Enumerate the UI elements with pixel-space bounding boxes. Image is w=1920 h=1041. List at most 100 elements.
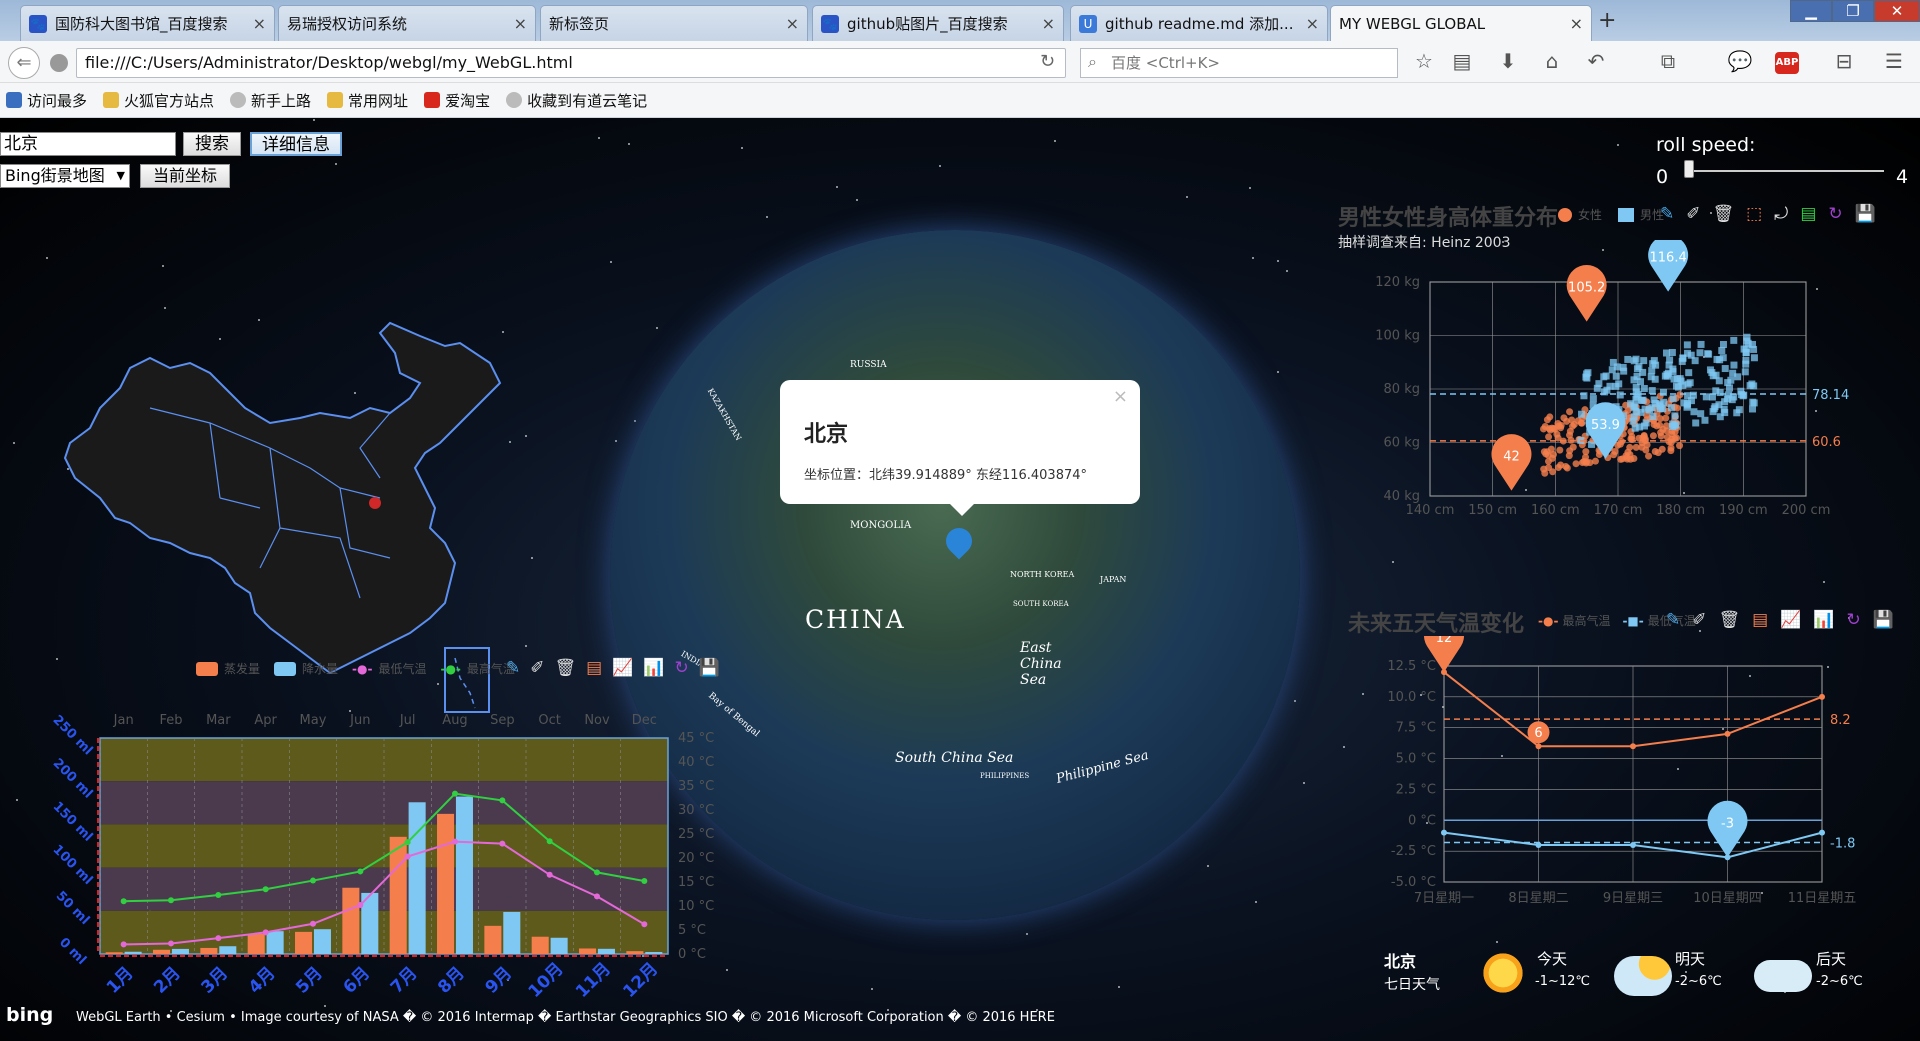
detail-button[interactable]: 详细信息	[250, 132, 342, 156]
coord-button[interactable]: 当前坐标	[140, 164, 230, 188]
url-bar[interactable]: file:///C:/Users/Administrator/Desktop/w…	[76, 48, 1066, 78]
close-icon[interactable]: ×	[786, 14, 799, 33]
star	[633, 420, 636, 423]
mark-clear-icon[interactable]: 🗑	[1713, 204, 1735, 224]
temperature-point	[310, 877, 316, 884]
new-tab-button[interactable]: +	[1598, 8, 1616, 33]
save-image-icon[interactable]: 💾	[1873, 610, 1894, 630]
female-point	[1630, 454, 1638, 462]
bookmarks-icon[interactable]: ▤	[1448, 49, 1476, 73]
mark-clear-icon[interactable]: 🗑	[555, 658, 577, 678]
mark-undo-icon[interactable]: ✐	[530, 658, 544, 678]
temperature-plot[interactable]: -5.0 °C -2.5 °C 0 °C 2.5 °C 5.0 °C 7.5 °C 10.0…	[1348, 636, 1908, 921]
chat-icon[interactable]: 💬	[1726, 49, 1754, 73]
save-image-icon[interactable]: 💾	[699, 658, 720, 678]
mark-icon[interactable]: ✎	[1660, 204, 1674, 224]
close-icon[interactable]: ×	[1570, 14, 1583, 33]
credits-text: WebGL Earth • Cesium • Image courtesy of…	[76, 1010, 1055, 1025]
globe-label: NORTH KOREA	[1010, 570, 1075, 579]
scatter-legend[interactable]: 女性 男性	[1558, 206, 1664, 223]
undo-icon[interactable]: ↶	[1582, 49, 1610, 73]
scatter-plot[interactable]: 140 cm 150 cm 160 cm 170 cm 180 cm 190 cm 200 …	[1338, 240, 1898, 530]
roll-slider-track[interactable]	[1684, 170, 1884, 172]
popup-close-button[interactable]: ×	[1113, 386, 1128, 407]
data-view-icon[interactable]: ▤	[586, 658, 602, 678]
data-view-icon[interactable]: ▤	[1752, 610, 1768, 630]
restore-icon[interactable]: ↻	[1847, 610, 1861, 630]
star	[1685, 971, 1688, 974]
mark-icon[interactable]: ✎	[506, 658, 520, 678]
tab-5[interactable]: MY WEBGL GLOBAL ×	[1330, 5, 1592, 41]
close-icon[interactable]: ×	[1042, 14, 1055, 33]
top-category-label: May	[300, 713, 327, 728]
data-view-icon[interactable]: ▤	[1800, 204, 1816, 224]
star	[1053, 139, 1056, 142]
map-select[interactable]: Bing街景地图 ▼	[0, 164, 130, 188]
restore-icon[interactable]: ↻	[675, 658, 689, 678]
mark-clear-icon[interactable]: 🗑	[1719, 610, 1741, 630]
close-window-button[interactable]: ✕	[1874, 0, 1920, 22]
close-icon[interactable]: ×	[514, 14, 527, 33]
tab-label: 国防科大图书馆_百度搜索	[55, 15, 228, 33]
star	[1254, 900, 1257, 903]
right-tick-label: 10 °C	[678, 899, 714, 914]
minimize-button[interactable]: ▁	[1790, 0, 1832, 22]
temperature-point	[452, 838, 458, 845]
mark-point-label: 105.2	[1568, 281, 1605, 296]
rainfall-legend[interactable]: 蒸发量 降水量 -●- 最低气温 -●- 最高气温	[196, 660, 515, 677]
save-image-icon[interactable]: 💾	[1855, 204, 1876, 224]
mark-icon[interactable]: ✎	[1666, 610, 1680, 630]
close-icon[interactable]: ×	[1306, 14, 1319, 33]
restore-icon[interactable]: ↻	[1828, 204, 1842, 224]
tab-2[interactable]: 新标签页 ×	[540, 5, 808, 41]
line-chart-icon[interactable]: 📈	[612, 658, 633, 678]
star	[1117, 986, 1120, 989]
back-button[interactable]: ⇐	[8, 47, 40, 79]
reload-icon[interactable]: ↻	[1040, 51, 1055, 72]
bookmark-item[interactable]: 收藏到有道云笔记	[506, 90, 647, 111]
star	[766, 216, 769, 219]
download-icon[interactable]: ⬇	[1494, 49, 1522, 73]
adblock-icon[interactable]: ABP	[1775, 52, 1799, 74]
mark-undo-icon[interactable]: ✐	[1686, 204, 1700, 224]
home-icon[interactable]: ⌂	[1538, 49, 1566, 73]
roll-slider-thumb[interactable]	[1684, 160, 1694, 178]
tab-4[interactable]: Ugithub readme.md 添加... ×	[1070, 5, 1328, 41]
male-point	[1750, 345, 1758, 353]
female-point	[1565, 452, 1573, 460]
zoom-reset-icon[interactable]: ⤾	[1774, 204, 1788, 224]
bookmark-item[interactable]: 新手上路	[230, 90, 311, 111]
tab-3[interactable]: 🐾 github贴图片_百度搜索 ×	[812, 5, 1064, 41]
bookmark-item[interactable]: 爱淘宝	[424, 90, 490, 111]
female-point	[1544, 457, 1552, 465]
star-icon[interactable]: ☆	[1410, 49, 1438, 73]
tab-1[interactable]: 易瑞授权访问系统 ×	[278, 5, 536, 41]
bookmark-item[interactable]: 访问最多	[6, 90, 87, 111]
min-bubble-label: 6	[1534, 726, 1542, 741]
city-search-input[interactable]: 北京	[0, 132, 176, 156]
search-button[interactable]: 搜索	[183, 132, 241, 156]
crop-icon[interactable]: ⧉	[1654, 49, 1682, 73]
maximize-button[interactable]: ❐	[1832, 0, 1874, 22]
precipitation-bar	[645, 952, 663, 954]
bookmark-item[interactable]: 常用网址	[327, 90, 408, 111]
menu-icon[interactable]: ☰	[1880, 49, 1908, 73]
temperature-point	[594, 869, 600, 876]
train-icon[interactable]: ⊟	[1830, 49, 1858, 73]
bar-chart-icon[interactable]: 📊	[643, 658, 664, 678]
mark-undo-icon[interactable]: ✐	[1692, 610, 1706, 630]
top-category-label: Feb	[159, 713, 182, 728]
male-point	[1743, 333, 1751, 341]
browser-search-input[interactable]: 百度 <Ctrl+K>	[1080, 48, 1398, 78]
scatter-title: 男性女性身高体重分布	[1338, 206, 1559, 231]
right-tick-label: 40 °C	[678, 755, 714, 770]
zoom-icon[interactable]: ⬚	[1746, 204, 1762, 224]
line-chart-icon[interactable]: 📈	[1780, 610, 1801, 630]
bar-chart-icon[interactable]: 📊	[1813, 610, 1834, 630]
top-category-label: Aug	[442, 713, 467, 728]
close-icon[interactable]: ×	[253, 14, 266, 33]
rainfall-plot[interactable]: Jan 1月 Feb 2月 Mar 3月 Apr 4月 May 5月 Jun 6月 Jul 7月 Aug 8月…	[0, 678, 760, 1041]
bookmark-item[interactable]: 火狐官方站点	[103, 90, 214, 111]
tab-0[interactable]: 🐾 国防科大图书馆_百度搜索 ×	[20, 5, 275, 41]
globe-label: South China Sea	[895, 750, 1014, 766]
